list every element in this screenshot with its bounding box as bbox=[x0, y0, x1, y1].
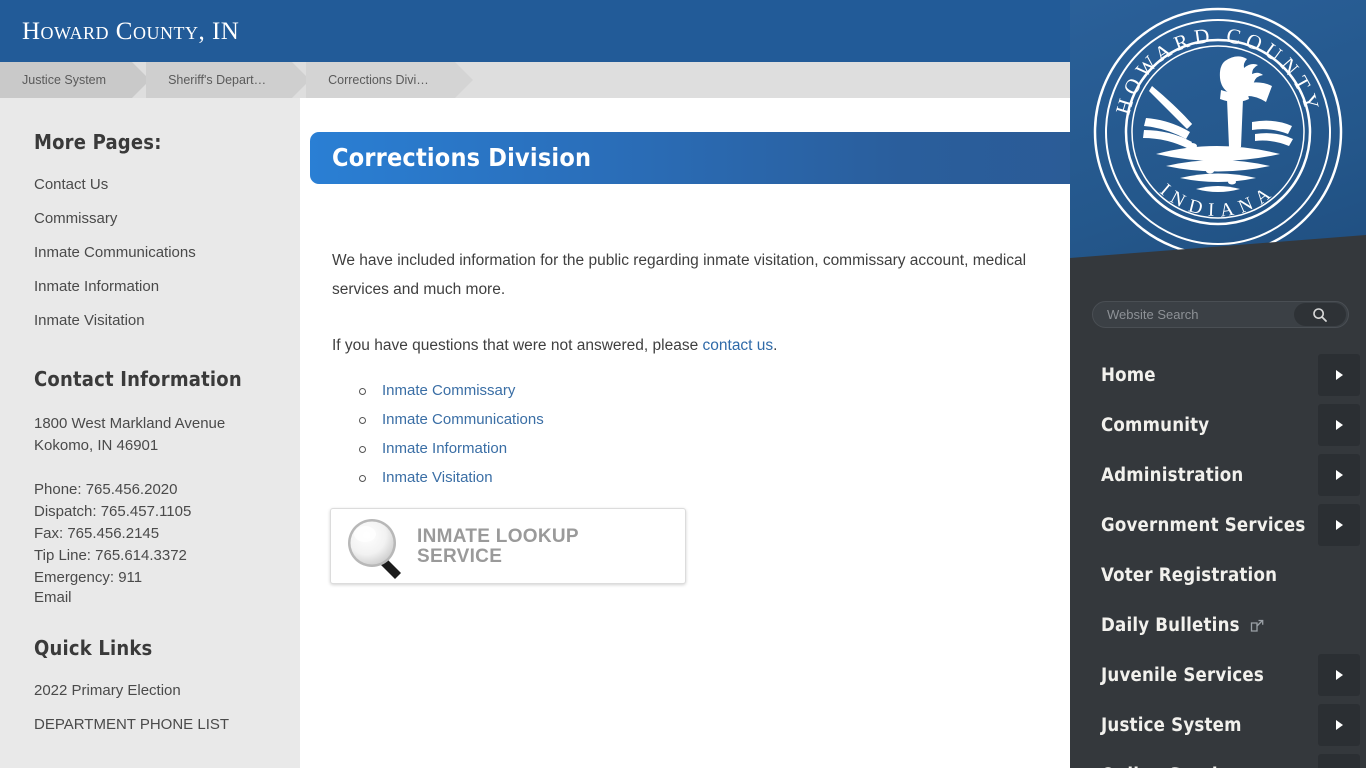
page-title: Corrections Division bbox=[332, 143, 592, 172]
intro-paragraph: We have included information for the pub… bbox=[332, 252, 1027, 298]
nav-expand-button[interactable] bbox=[1318, 354, 1360, 396]
chevron-right-icon bbox=[1335, 720, 1343, 730]
magnifying-glass-icon bbox=[348, 519, 401, 579]
quick-link[interactable]: DEPARTMENT PHONE LIST bbox=[34, 716, 300, 733]
nav-item-daily-bulletins[interactable]: Daily Bulletins bbox=[1070, 600, 1366, 650]
quick-links-heading: Quick Links bbox=[34, 636, 153, 660]
tip-line-number: Tip Line: 765.614.3372 bbox=[34, 547, 187, 564]
breadcrumb-item[interactable]: Corrections Divi… bbox=[306, 62, 473, 98]
sidebar-link[interactable]: Inmate Communications bbox=[34, 244, 300, 261]
nav-item-online-services[interactable]: Online Services bbox=[1070, 750, 1366, 768]
nav-item-label: Online Services bbox=[1101, 765, 1249, 768]
chevron-right-icon bbox=[1335, 420, 1343, 430]
questions-paragraph: If you have questions that were not answ… bbox=[332, 331, 1032, 360]
questions-text-after: . bbox=[773, 337, 778, 354]
breadcrumb: Justice System Sheriff's Depart… Correctio… bbox=[0, 62, 473, 98]
phone-block: Phone: 765.456.2020 Dispatch: 765.457.11… bbox=[34, 479, 300, 606]
more-pages-list: Contact Us Commissary Inmate Communication… bbox=[34, 176, 300, 329]
sidebar-link[interactable]: Inmate Information bbox=[34, 278, 300, 295]
site-header: Howard County, IN bbox=[0, 0, 1070, 62]
main-content: Corrections Division We have included in… bbox=[300, 98, 1100, 768]
resource-link[interactable]: Inmate Visitation bbox=[382, 469, 493, 486]
inmate-lookup-service-card[interactable]: INMATE LOOKUP SERVICE bbox=[330, 508, 686, 584]
nav-item-voter-registration[interactable]: Voter Registration bbox=[1070, 550, 1366, 600]
nav-item-juvenile-services[interactable]: Juvenile Services bbox=[1070, 650, 1366, 700]
chevron-right-icon bbox=[1335, 520, 1343, 530]
quick-links-list: 2022 Primary Election DEPARTMENT PHONE LI… bbox=[34, 682, 300, 733]
nav-item-label: Government Services bbox=[1101, 514, 1306, 536]
dispatch-number: Dispatch: 765.457.1105 bbox=[34, 503, 192, 520]
svg-text:INDIANA: INDIANA bbox=[1156, 180, 1281, 222]
contact-information-heading: Contact Information bbox=[34, 367, 242, 391]
main-navigation: Home Community Administration Government Se… bbox=[1070, 350, 1366, 768]
website-search bbox=[1092, 301, 1349, 328]
lookup-card-line-2: SERVICE bbox=[417, 546, 503, 567]
search-icon bbox=[1313, 307, 1327, 322]
resource-link-list: Inmate Commissary Inmate Communications In… bbox=[356, 376, 544, 492]
svg-text:HOWARD COUNTY: HOWARD COUNTY bbox=[1111, 23, 1326, 118]
chevron-right-icon bbox=[1335, 370, 1343, 380]
seal-top-text: HOWARD COUNTY bbox=[1111, 23, 1321, 118]
nav-expand-button[interactable] bbox=[1318, 454, 1360, 496]
resource-link[interactable]: Inmate Communications bbox=[382, 411, 544, 428]
search-input[interactable] bbox=[1107, 302, 1302, 327]
nav-expand-button[interactable] bbox=[1318, 754, 1360, 768]
emergency-number: Emergency: 911 bbox=[34, 569, 143, 586]
seal-bottom-text: INDIANA bbox=[1156, 180, 1274, 222]
more-pages-heading: More Pages: bbox=[34, 130, 162, 154]
address-line-2: Kokomo, IN 46901 bbox=[34, 437, 159, 454]
lookup-card-line-1: INMATE LOOKUP bbox=[417, 526, 579, 547]
nav-item-government-services[interactable]: Government Services bbox=[1070, 500, 1366, 550]
breadcrumb-item[interactable]: Justice System bbox=[0, 62, 151, 98]
nav-item-administration[interactable]: Administration bbox=[1070, 450, 1366, 500]
nav-item-label: Juvenile Services bbox=[1101, 664, 1265, 686]
list-item: Inmate Commissary bbox=[356, 376, 544, 405]
site-title: Howard County, IN bbox=[22, 18, 240, 45]
external-link-icon bbox=[1250, 619, 1264, 632]
sidebar-link[interactable]: Inmate Visitation bbox=[34, 312, 300, 329]
page-root: Howard County, IN Justice System Sheriff'… bbox=[0, 0, 1366, 768]
nav-item-label: Justice System bbox=[1101, 714, 1242, 736]
questions-text-before: If you have questions that were not answ… bbox=[332, 337, 703, 354]
breadcrumb-bar: Justice System Sheriff's Depart… Correctio… bbox=[0, 62, 1070, 98]
nav-item-label: Administration bbox=[1101, 464, 1244, 486]
email-link[interactable]: Email bbox=[34, 589, 300, 606]
list-item: Inmate Visitation bbox=[356, 463, 544, 492]
resource-link[interactable]: Inmate Information bbox=[382, 440, 507, 457]
page-title-banner: Corrections Division bbox=[310, 132, 1100, 184]
nav-item-label: Home bbox=[1101, 364, 1156, 386]
address-line-1: 1800 West Markland Avenue bbox=[34, 415, 226, 432]
nav-item-label: Daily Bulletins bbox=[1101, 614, 1240, 636]
left-sidebar: More Pages: Contact Us Commissary Inmate C… bbox=[0, 98, 300, 768]
contact-us-link[interactable]: contact us bbox=[703, 337, 774, 354]
nav-item-community[interactable]: Community bbox=[1070, 400, 1366, 450]
content-body: We have included information for the pub… bbox=[332, 246, 1032, 387]
phone-number: Phone: 765.456.2020 bbox=[34, 481, 178, 498]
list-item: Inmate Information bbox=[356, 434, 544, 463]
nav-item-label: Community bbox=[1101, 414, 1210, 436]
list-item: Inmate Communications bbox=[356, 405, 544, 434]
nav-expand-button[interactable] bbox=[1318, 704, 1360, 746]
search-button[interactable] bbox=[1294, 303, 1346, 326]
fax-number: Fax: 765.456.2145 bbox=[34, 525, 160, 542]
nav-expand-button[interactable] bbox=[1318, 504, 1360, 546]
nav-item-justice-system[interactable]: Justice System bbox=[1070, 700, 1366, 750]
resource-link[interactable]: Inmate Commissary bbox=[382, 382, 515, 399]
nav-item-home[interactable]: Home bbox=[1070, 350, 1366, 400]
sidebar-link[interactable]: Contact Us bbox=[34, 176, 300, 193]
chevron-right-icon bbox=[1335, 670, 1343, 680]
nav-item-label: Voter Registration bbox=[1101, 564, 1278, 586]
chevron-right-icon bbox=[1335, 470, 1343, 480]
nav-expand-button[interactable] bbox=[1318, 404, 1360, 446]
breadcrumb-item[interactable]: Sheriff's Depart… bbox=[146, 62, 311, 98]
lookup-card-text: INMATE LOOKUP SERVICE bbox=[417, 527, 579, 567]
address-block: 1800 West Markland Avenue Kokomo, IN 469… bbox=[34, 413, 300, 457]
quick-link[interactable]: 2022 Primary Election bbox=[34, 682, 300, 699]
nav-expand-button[interactable] bbox=[1318, 654, 1360, 696]
county-seal-icon: HOWARD COUNTY INDIANA bbox=[1093, 7, 1343, 257]
sidebar-link[interactable]: Commissary bbox=[34, 210, 300, 227]
